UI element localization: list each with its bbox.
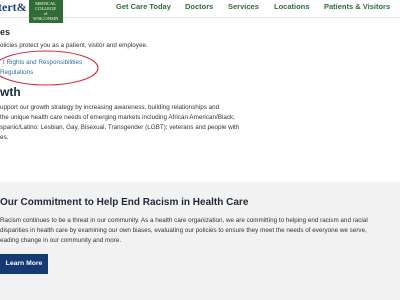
growth-paragraph-line: upport our growth strategy by increasing…	[0, 104, 220, 111]
regulations-link[interactable]: Regulations	[0, 68, 33, 77]
growth-paragraph-line: the unique health care needs of emerging…	[0, 114, 235, 121]
growth-paragraph-line: spanic/Latino; Lesbian, Gay, Bisexual, T…	[0, 124, 240, 131]
logo-badge-line: of WISCONSIN	[32, 11, 59, 21]
main-nav: Get Care Today Doctors Services Location…	[116, 2, 400, 14]
commitment-paragraph-line: Racism continues to be a threat in our c…	[0, 217, 368, 224]
commitment-section: Our Commitment to Help End Racism in Hea…	[0, 182, 400, 300]
nav-get-care-today[interactable]: Get Care Today	[116, 2, 171, 12]
policies-heading: es	[0, 27, 11, 37]
nav-doctors[interactable]: Doctors	[185, 2, 213, 12]
growth-heading: wth	[0, 85, 21, 99]
mcw-logo-badge: MEDICAL COLLEGE of WISCONSIN	[28, 0, 63, 23]
top-navigation: tert& MEDICAL COLLEGE of WISCONSIN Get C…	[0, 0, 400, 23]
commitment-paragraph-line: eading change in our community and more.	[0, 237, 122, 244]
commitment-heading: Our Commitment to Help End Racism in Hea…	[0, 197, 249, 208]
logo-wordmark: tert&	[0, 0, 27, 14]
nav-services[interactable]: Services	[228, 2, 259, 12]
nav-patients-visitors[interactable]: Patients & Visitors	[324, 2, 390, 12]
learn-more-button[interactable]: Learn More	[0, 254, 48, 274]
nav-locations[interactable]: Locations	[274, 2, 309, 12]
patient-rights-link[interactable]: t Rights and Responsibilities	[3, 58, 82, 67]
commitment-paragraph-line: disparities in health care by examining …	[0, 227, 367, 234]
policies-description: olicies protect you as a patient, visito…	[0, 42, 148, 49]
froedtert-mcw-logo[interactable]: tert& MEDICAL COLLEGE of WISCONSIN	[0, 0, 63, 23]
growth-paragraph-line: es.	[0, 134, 9, 141]
